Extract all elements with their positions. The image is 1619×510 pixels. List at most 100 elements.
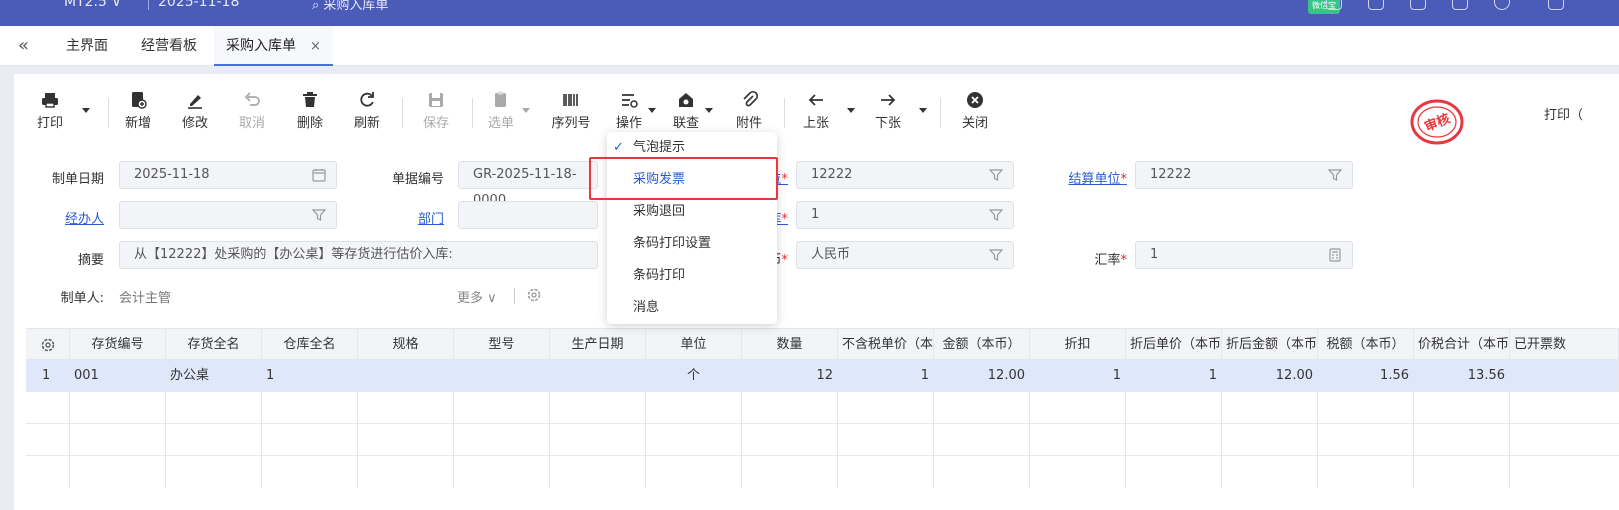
global-search[interactable]: ⌕ 采购入库单 — [312, 0, 388, 13]
currency-field[interactable]: 人民币 — [796, 241, 1014, 269]
department-field[interactable] — [458, 201, 598, 229]
cell-discount-price[interactable]: 1 — [1126, 360, 1222, 392]
print-settings-link[interactable]: 打印（ — [1544, 104, 1583, 123]
previous-dropdown-icon[interactable] — [847, 108, 855, 113]
tab-dashboard[interactable]: 经营看板 — [129, 26, 209, 66]
bill-no-field[interactable]: GR-2025-11-18-0000 — [458, 161, 598, 208]
column-settings[interactable] — [26, 329, 70, 361]
print-button[interactable]: 打印 — [28, 90, 72, 131]
column-header[interactable]: 规格 — [358, 329, 454, 361]
table-row-empty[interactable] — [26, 392, 1619, 424]
cell-discount[interactable]: 1 — [1030, 360, 1126, 392]
column-header[interactable]: 金额（本币） — [934, 329, 1030, 361]
attachment-button[interactable]: 附件 — [727, 90, 771, 131]
print-dropdown-icon[interactable] — [82, 108, 90, 113]
settle-unit-field[interactable]: 12222 — [1135, 161, 1353, 189]
delete-button[interactable]: 删除 — [288, 90, 332, 131]
cell-price[interactable]: 1 — [838, 360, 934, 392]
filter-icon[interactable] — [312, 208, 326, 222]
column-header[interactable]: 存货全名 — [166, 329, 262, 361]
cell-tax[interactable]: 1.56 — [1318, 360, 1414, 392]
edit-button[interactable]: 修改 — [173, 90, 217, 131]
column-header[interactable]: 税额（本币） — [1318, 329, 1414, 361]
column-header[interactable]: 已开票数 — [1510, 329, 1619, 361]
cell-qty[interactable]: 12 — [742, 360, 838, 392]
cell-code[interactable]: 001 — [70, 360, 166, 392]
cell-unit[interactable]: 个 — [646, 360, 742, 392]
link-query-button[interactable]: 联查 — [664, 90, 708, 131]
filter-icon[interactable] — [989, 168, 1003, 182]
menu-item-purchase-return[interactable]: 采购退回 — [607, 196, 777, 228]
cell-invoiced[interactable] — [1510, 360, 1619, 392]
column-header[interactable]: 折后金额（本币 — [1222, 329, 1318, 361]
column-header[interactable]: 折扣 — [1030, 329, 1126, 361]
table-row[interactable]: 1 001 办公桌 1 个 12 1 12.00 1 1 12.00 1.56 … — [26, 360, 1619, 392]
menu-item-barcode-print[interactable]: 条码打印 — [607, 260, 777, 292]
gear-icon[interactable] — [526, 287, 542, 303]
message-icon[interactable] — [1410, 0, 1426, 10]
previous-button[interactable]: 上张 — [794, 90, 838, 131]
exchange-rate-field[interactable]: 1 — [1135, 241, 1353, 269]
cell-spec[interactable] — [358, 360, 454, 392]
save-button[interactable]: 保存 — [414, 90, 458, 131]
make-date-field[interactable]: 2025-11-18 — [119, 161, 337, 189]
save-label: 保存 — [422, 116, 449, 131]
account-selector[interactable]: MT2.5 ∨ — [64, 0, 122, 10]
cell-model[interactable] — [454, 360, 550, 392]
cell-date[interactable] — [550, 360, 646, 392]
column-header[interactable]: 数量 — [742, 329, 838, 361]
building-icon[interactable] — [1368, 0, 1384, 10]
help-icon[interactable] — [1494, 0, 1510, 10]
department-label[interactable]: 部门 — [354, 208, 444, 227]
column-header[interactable]: 单位 — [646, 329, 742, 361]
cell-total[interactable]: 13.56 — [1414, 360, 1510, 392]
menu-item-barcode-print-settings[interactable]: 条码打印设置 — [607, 228, 777, 260]
filter-icon[interactable] — [1328, 168, 1342, 182]
handler-label[interactable]: 经办人 — [14, 208, 104, 227]
filter-icon[interactable] — [989, 248, 1003, 262]
cell-discount-amount[interactable]: 12.00 — [1222, 360, 1318, 392]
refresh-button[interactable]: 刷新 — [345, 90, 389, 131]
close-button[interactable]: 关闭 — [953, 90, 997, 131]
operate-button[interactable]: 操作 — [607, 90, 651, 131]
tab-purchase-inbound[interactable]: 采购入库单 × — [214, 26, 333, 66]
collapse-icon[interactable]: « — [18, 35, 29, 56]
next-dropdown-icon[interactable] — [919, 108, 927, 113]
filter-icon[interactable] — [989, 208, 1003, 222]
cell-amount[interactable]: 12.00 — [934, 360, 1030, 392]
more-toggle[interactable]: 更多 ∨ — [457, 287, 497, 306]
handler-field[interactable] — [119, 201, 337, 229]
column-header[interactable]: 生产日期 — [550, 329, 646, 361]
supplier-field[interactable]: 12222 — [796, 161, 1014, 189]
table-row-empty[interactable] — [26, 456, 1619, 488]
stamp-icon[interactable] — [1452, 0, 1468, 10]
summary-field[interactable]: 从【12222】处采购的【办公桌】等存货进行估价入库: — [119, 241, 598, 269]
serial-button[interactable]: 序列号 — [548, 90, 594, 131]
user-icon[interactable] — [1548, 0, 1564, 10]
cell-name[interactable]: 办公桌 — [166, 360, 262, 392]
column-header[interactable]: 折后单价（本币 — [1126, 329, 1222, 361]
calendar-icon[interactable] — [1326, 0, 1342, 10]
operate-dropdown-icon[interactable] — [648, 108, 656, 113]
new-button[interactable]: 新增 — [116, 90, 160, 131]
column-header[interactable]: 不含税单价（本 — [838, 329, 934, 361]
column-header[interactable]: 价税合计（本币 — [1414, 329, 1510, 361]
column-header[interactable]: 存货编号 — [70, 329, 166, 361]
table-row-empty[interactable] — [26, 424, 1619, 456]
column-header[interactable]: 型号 — [454, 329, 550, 361]
column-header[interactable]: 仓库全名 — [262, 329, 358, 361]
warehouse-field[interactable]: 1 — [796, 201, 1014, 229]
calculator-icon[interactable] — [1328, 248, 1342, 262]
select-button[interactable]: 选单 — [479, 90, 523, 131]
select-dropdown-icon[interactable] — [522, 108, 530, 113]
link-query-dropdown-icon[interactable] — [705, 108, 713, 113]
menu-item-message[interactable]: 消息 — [607, 292, 777, 324]
cancel-button[interactable]: 取消 — [230, 90, 274, 131]
gear-icon[interactable] — [40, 337, 56, 353]
next-button[interactable]: 下张 — [866, 90, 910, 131]
tab-close-icon[interactable]: × — [310, 39, 321, 54]
tab-home[interactable]: 主界面 — [54, 26, 120, 66]
settle-unit-label[interactable]: 结算单位* — [1037, 168, 1127, 187]
cell-warehouse[interactable]: 1 — [262, 360, 358, 392]
calendar-icon[interactable] — [312, 168, 326, 182]
